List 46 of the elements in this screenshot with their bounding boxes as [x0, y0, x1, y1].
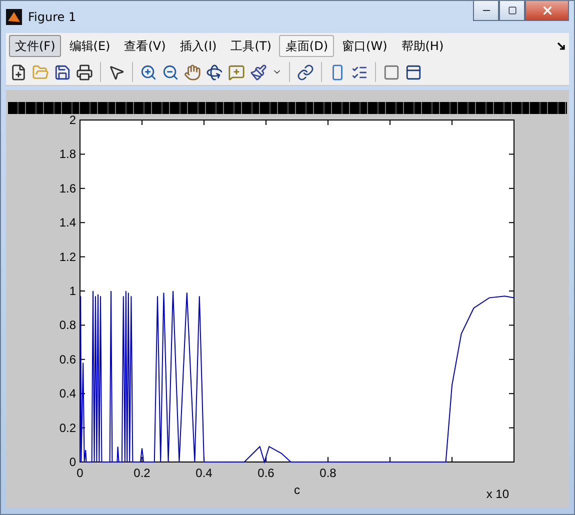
x-axis-label: c — [294, 483, 300, 497]
rotate-icon[interactable] — [205, 62, 224, 82]
tick-label: 0.2 — [59, 420, 76, 435]
menu-item[interactable]: 查看(V) — [118, 35, 172, 57]
menu-item[interactable]: 窗口(W) — [336, 35, 394, 57]
menu-item[interactable]: 插入(I) — [174, 35, 223, 57]
window-title: Figure 1 — [28, 10, 76, 24]
link-icon[interactable] — [296, 62, 315, 82]
tick-label: 0.6 — [59, 352, 76, 366]
tick-label: 0.4 — [196, 466, 212, 480]
tick-label: 0.6 — [258, 466, 274, 480]
printer-icon[interactable] — [75, 62, 94, 82]
menu-item[interactable]: 帮助(H) — [395, 35, 450, 57]
menu-item[interactable]: 文件(F) — [9, 35, 62, 57]
hand-icon[interactable] — [183, 62, 202, 82]
tick-label: 1.8 — [59, 147, 76, 162]
panel-icon[interactable] — [404, 62, 423, 82]
maximize-icon — [508, 6, 516, 15]
square-icon[interactable] — [382, 62, 401, 82]
tick-label: 2 — [69, 114, 76, 127]
zoom-in-icon[interactable] — [139, 62, 158, 82]
close-button[interactable] — [525, 1, 569, 21]
close-icon — [540, 4, 554, 17]
tick-label: 1.2 — [59, 250, 76, 264]
tick-label: 0.8 — [59, 318, 76, 332]
zoom-out-icon[interactable] — [161, 62, 180, 82]
app-logo-icon — [6, 9, 22, 25]
tick-label: 1.4 — [59, 216, 76, 230]
minimize-button[interactable] — [473, 1, 499, 21]
tick-label: 0 — [76, 466, 84, 480]
menu-item[interactable]: 桌面(D) — [279, 35, 334, 57]
tick-label: 1 — [69, 284, 76, 298]
save-icon[interactable] — [53, 62, 72, 82]
tick-label: 0.2 — [134, 466, 150, 480]
dock-arrow-icon[interactable] — [557, 42, 566, 50]
tick-label: 0.8 — [320, 466, 336, 480]
tick-label: 0.4 — [59, 386, 76, 401]
new-file-icon[interactable] — [9, 62, 28, 82]
tick-label: 0 — [69, 455, 76, 469]
menu-item[interactable]: 编辑(E) — [63, 35, 116, 57]
data-cursor-icon[interactable] — [227, 62, 246, 82]
brush-icon[interactable] — [249, 62, 268, 82]
menu-item[interactable]: 工具(T) — [224, 35, 278, 57]
tick-label: 1.6 — [59, 181, 76, 196]
maximize-button[interactable] — [499, 1, 525, 21]
axis-multiplier: x 10 — [486, 487, 509, 501]
